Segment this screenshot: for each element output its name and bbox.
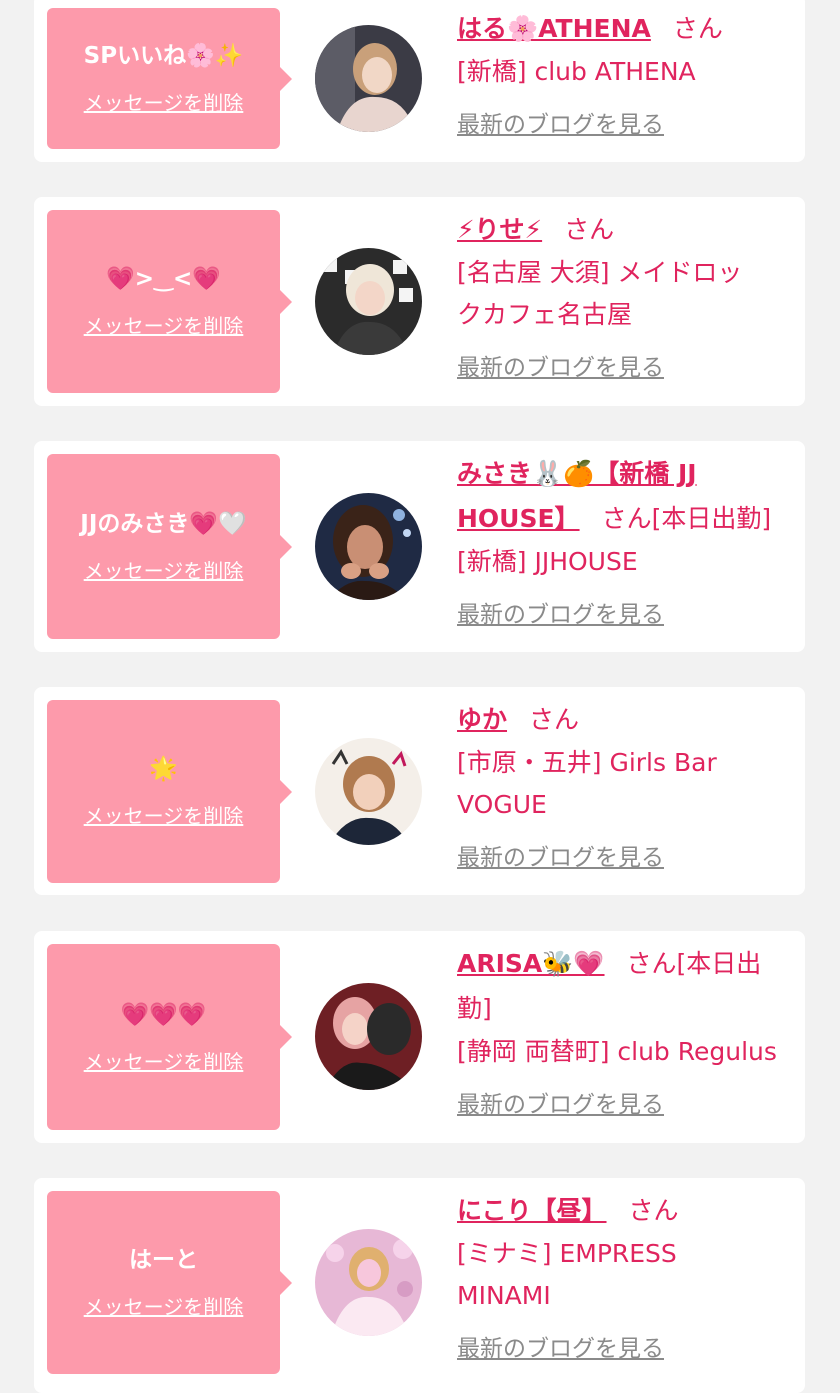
message-text: はーと (129, 1247, 198, 1273)
avatar-photo (315, 983, 422, 1090)
honorific: さん (672, 14, 723, 43)
message-text: JJのみさき💗🤍 (80, 511, 247, 537)
message-text: 💗>‿<💗 (106, 266, 221, 292)
avatar-photo (315, 248, 422, 355)
delete-message-link[interactable]: メッセージを削除 (84, 555, 244, 584)
shop-name: [市原・五井] Girls Bar VOGUE (457, 748, 717, 819)
avatar[interactable] (315, 738, 422, 845)
latest-blog-link[interactable]: 最新のブログを見る (457, 595, 664, 629)
honorific: さん (529, 705, 580, 734)
avatar[interactable] (315, 248, 422, 355)
honorific: さん (564, 215, 615, 244)
shop-name: [静岡 両替町] club Regulus (457, 1037, 777, 1066)
message-bubble: 💗>‿<💗 メッセージを削除 (47, 210, 292, 393)
honorific: さん (628, 1196, 679, 1225)
message-card: 🌟 メッセージを削除 ゆか さん [市原・五井] Girls Bar VOGUE … (34, 687, 805, 895)
message-bubble: JJのみさき💗🤍 メッセージを削除 (47, 454, 292, 639)
cast-name-link[interactable]: ゆか (457, 705, 507, 734)
shop-name: [新橋] club ATHENA (457, 57, 696, 86)
message-text: SPいいね🌸✨ (83, 43, 244, 69)
avatar-photo (315, 1229, 422, 1336)
cast-name-link[interactable]: ⚡りせ⚡ (457, 215, 542, 244)
message-text: 🌟 (149, 756, 178, 782)
avatar[interactable] (315, 1229, 422, 1336)
delete-message-link[interactable]: メッセージを削除 (84, 1046, 244, 1075)
message-card: はーと メッセージを削除 にこり【昼】 さん [ミナミ] EMPRESS MINA… (34, 1178, 805, 1393)
shop-name: [ミナミ] EMPRESS MINAMI (457, 1239, 677, 1310)
delete-message-link[interactable]: メッセージを削除 (84, 800, 244, 829)
message-bubble: はーと メッセージを削除 (47, 1191, 292, 1374)
avatar-photo (315, 738, 422, 845)
shop-name: [名古屋 大須] メイドロックカフェ名古屋 (457, 258, 743, 329)
latest-blog-link[interactable]: 最新のブログを見る (457, 838, 664, 872)
message-card: SPいいね🌸✨ メッセージを削除 はる🌸ATHENA さん [新橋] club A… (34, 0, 805, 162)
cast-info: ARISA🐝💗 さん[本日出勤] [静岡 両替町] club Regulus 最新… (457, 941, 793, 1119)
message-bubble: 🌟 メッセージを削除 (47, 700, 292, 883)
avatar-photo (315, 493, 422, 600)
message-bubble: 💗💗💗 メッセージを削除 (47, 944, 292, 1130)
cast-info: みさき🐰🍊【新橋 JJ HOUSE】 さん[本日出勤] [新橋] JJHOUSE … (457, 451, 793, 629)
cast-name-link[interactable]: はる🌸ATHENA (457, 14, 651, 43)
latest-blog-link[interactable]: 最新のブログを見る (457, 1085, 664, 1119)
cast-info: にこり【昼】 さん [ミナミ] EMPRESS MINAMI 最新のブログを見る (457, 1188, 793, 1363)
delete-message-link[interactable]: メッセージを削除 (84, 310, 244, 339)
delete-message-link[interactable]: メッセージを削除 (84, 1291, 244, 1320)
cast-name-link[interactable]: にこり【昼】 (457, 1196, 607, 1225)
cast-info: ⚡りせ⚡ さん [名古屋 大須] メイドロックカフェ名古屋 最新のブログを見る (457, 207, 793, 382)
message-bubble: SPいいね🌸✨ メッセージを削除 (47, 8, 292, 149)
latest-blog-link[interactable]: 最新のブログを見る (457, 348, 664, 382)
cast-info: はる🌸ATHENA さん [新橋] club ATHENA 最新のブログを見る (457, 6, 793, 139)
avatar[interactable] (315, 25, 422, 132)
message-card: 💗💗💗 メッセージを削除 ARISA🐝💗 さん[本日出勤] [静岡 両替町] cl… (34, 931, 805, 1143)
shop-name: [新橋] JJHOUSE (457, 547, 638, 576)
delete-message-link[interactable]: メッセージを削除 (84, 87, 244, 116)
avatar[interactable] (315, 493, 422, 600)
message-card: 💗>‿<💗 メッセージを削除 ⚡りせ⚡ さん [名古屋 大須] メイドロックカフェ… (34, 197, 805, 406)
message-card: JJのみさき💗🤍 メッセージを削除 みさき🐰🍊【新橋 JJ HOUSE】 さん[本… (34, 441, 805, 652)
latest-blog-link[interactable]: 最新のブログを見る (457, 105, 664, 139)
avatar-photo (315, 25, 422, 132)
avatar[interactable] (315, 983, 422, 1090)
latest-blog-link[interactable]: 最新のブログを見る (457, 1329, 664, 1363)
cast-info: ゆか さん [市原・五井] Girls Bar VOGUE 最新のブログを見る (457, 697, 793, 872)
message-text: 💗💗💗 (120, 1001, 207, 1028)
honorific: さん[本日出勤] (601, 504, 772, 533)
cast-name-link[interactable]: ARISA🐝💗 (457, 949, 605, 978)
